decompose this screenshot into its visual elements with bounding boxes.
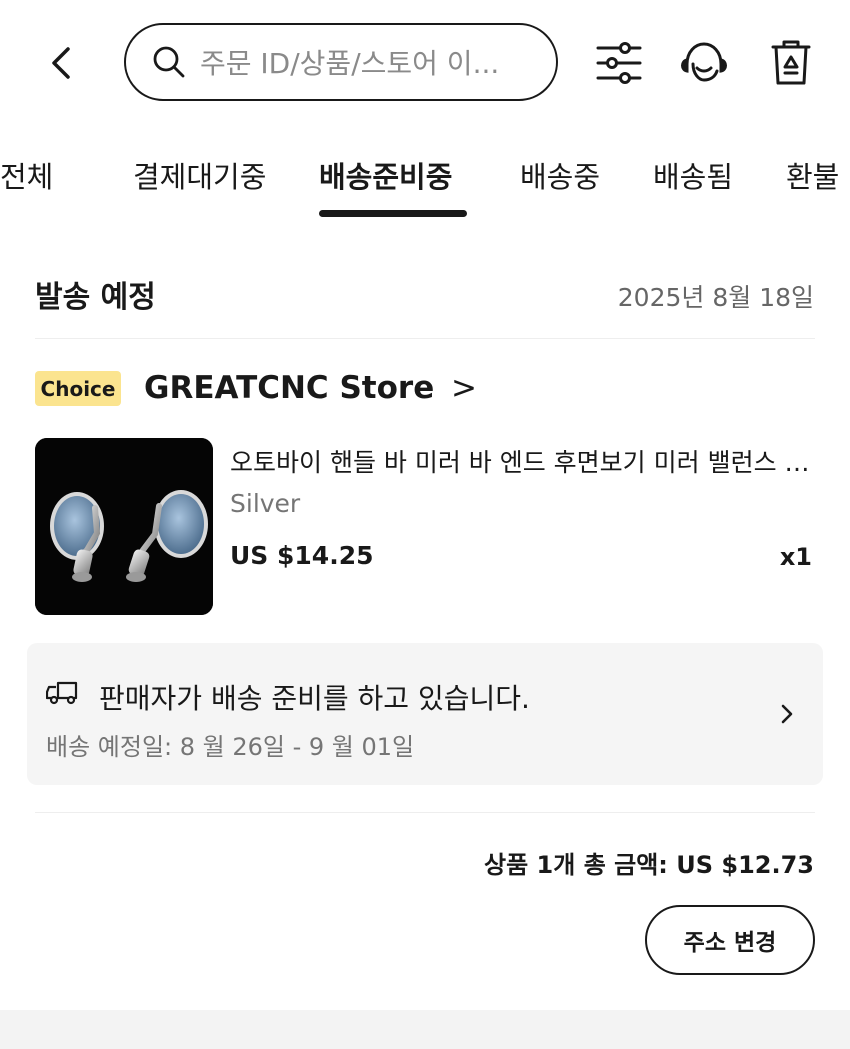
back-icon (52, 47, 70, 79)
delivery-estimate: 배송 예정일: 8 월 26일 - 9 월 01일 (46, 733, 415, 761)
filter-sliders-icon (596, 42, 642, 84)
tab-delivered[interactable]: 배송됨 (653, 154, 733, 196)
tab-awaiting-payment[interactable]: 결제대기중 (133, 154, 266, 196)
section-title: 발송 예정 (35, 280, 156, 315)
shipping-status-text: 판매자가 배송 준비를 하고 있습니다. (99, 682, 530, 715)
delete-orders-button[interactable] (766, 38, 816, 88)
shipping-status-panel[interactable]: 판매자가 배송 준비를 하고 있습니다. 배송 예정일: 8 월 26일 - 9… (27, 643, 823, 785)
bottom-separator (0, 1010, 850, 1049)
recycle-bin-icon (771, 40, 811, 85)
choice-badge: Choice (35, 371, 121, 406)
chevron-right-icon (781, 704, 793, 724)
search-input[interactable]: 주문 ID/상품/스토어 이... (124, 23, 558, 101)
tab-shipping[interactable]: 배송중 (520, 154, 600, 196)
header: 주문 ID/상품/스토어 이... (0, 0, 850, 125)
search-icon (153, 46, 185, 78)
filter-button[interactable] (594, 38, 644, 88)
product-variant: Silver (230, 489, 301, 518)
divider (35, 338, 815, 339)
active-tab-indicator (319, 210, 467, 217)
back-button[interactable] (40, 42, 82, 84)
truck-icon (46, 681, 78, 705)
divider (35, 812, 815, 813)
order-total: 상품 1개 총 금액: US $12.73 (484, 851, 814, 879)
tab-all[interactable]: 전체 (0, 154, 53, 196)
order-status-tabs: 전체 결제대기중 배송준비중 배송중 배송됨 환불 & (0, 140, 850, 220)
product-title[interactable]: 오토바이 핸들 바 미러 바 엔드 후면보기 미러 밸런스 슬... (230, 443, 815, 479)
support-button[interactable] (679, 38, 729, 88)
chevron-right-icon: > (451, 370, 477, 406)
product-price: US $14.25 (230, 541, 374, 570)
tab-preparing-shipment[interactable]: 배송준비중 (319, 154, 452, 196)
store-name: GREATCNC Store (144, 370, 435, 406)
headset-support-icon (681, 42, 727, 82)
order-date: 2025년 8월 18일 (617, 283, 814, 312)
tab-refund[interactable]: 환불 & (786, 154, 850, 196)
store-link[interactable]: GREATCNC Store > (144, 370, 477, 406)
change-address-button[interactable]: 주소 변경 (645, 905, 815, 975)
search-placeholder: 주문 ID/상품/스토어 이... (200, 47, 500, 80)
product-quantity: x1 (779, 543, 812, 571)
product-image[interactable] (35, 438, 213, 615)
